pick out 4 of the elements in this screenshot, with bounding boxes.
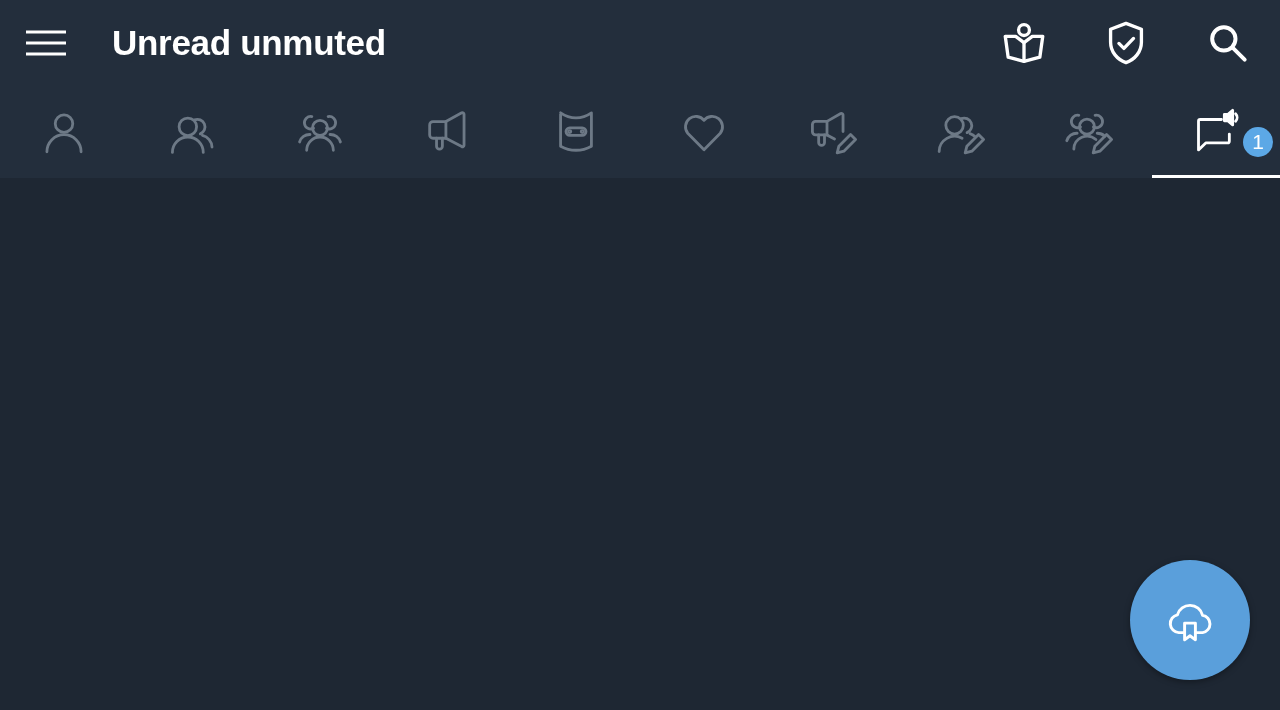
- unread-count-badge: 1: [1243, 127, 1273, 157]
- screen-title: Unread unmuted: [112, 22, 387, 63]
- menu-icon: [26, 29, 66, 56]
- folder-tab[interactable]: 1: [1152, 85, 1280, 178]
